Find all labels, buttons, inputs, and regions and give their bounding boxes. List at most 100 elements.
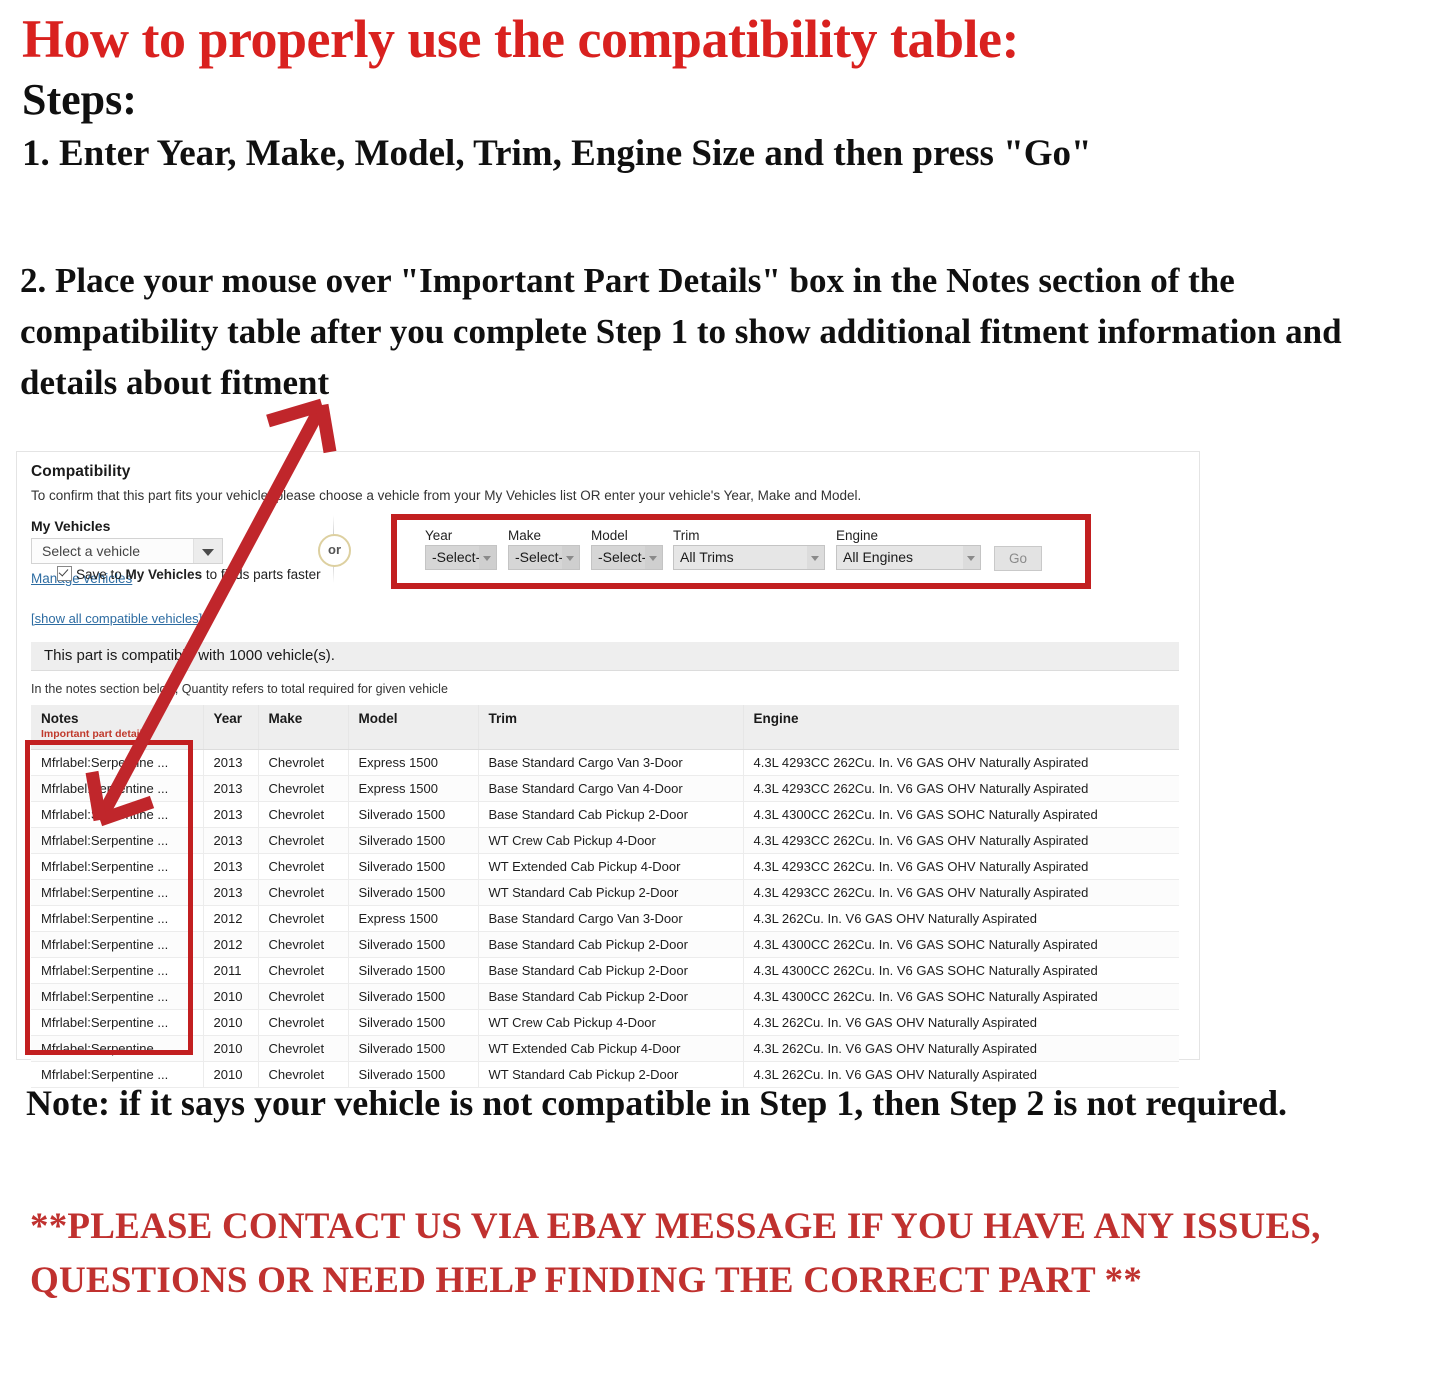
table-cell: 2010 (203, 1009, 259, 1036)
table-cell: 2013 (203, 749, 259, 776)
table-cell: 4.3L 262Cu. In. V6 GAS OHV Naturally Asp… (743, 1009, 1179, 1036)
table-cell: 2012 (203, 905, 259, 932)
table-row: Mfrlabel:Serpentine ... 2013 Chevrolet Silv… (31, 879, 1179, 906)
note-text: Note: if it says your vehicle is not com… (26, 1083, 1288, 1123)
table-cell: Mfrlabel:Serpentine ... (31, 957, 204, 984)
table-row: Mfrlabel:Serpentine ... 2010 Chevrolet Silv… (31, 983, 1179, 1010)
step-one-text: 1. Enter Year, Make, Model, Trim, Engine… (22, 132, 1092, 174)
table-cell: Chevrolet (258, 775, 349, 802)
chevron-down-icon (963, 546, 980, 569)
column-header-notes[interactable]: Notes Important part details (31, 705, 204, 750)
table-cell: Mfrlabel:Serpentine ... (31, 983, 204, 1010)
table-cell: Express 1500 (348, 905, 479, 932)
table-cell: 4.3L 4293CC 262Cu. In. V6 GAS OHV Natura… (743, 775, 1179, 802)
engine-label: Engine (836, 528, 879, 543)
chevron-down-icon (193, 539, 222, 563)
table-cell: Silverado 1500 (348, 931, 479, 958)
my-vehicles-selected-value: Select a vehicle (42, 543, 141, 559)
table-row: Mfrlabel:Serpentine ... 2013 Chevrolet Expr… (31, 749, 1179, 776)
table-cell: Base Standard Cargo Van 4-Door (478, 775, 744, 802)
compatibility-subtitle: To confirm that this part fits your vehi… (31, 488, 862, 503)
year-select-control[interactable]: -Select- (425, 545, 497, 570)
save-to-my-vehicles-row[interactable]: Save to My Vehicles to finds parts faste… (57, 564, 321, 582)
column-header-trim[interactable]: Trim (478, 705, 744, 750)
fitment-table: Notes Important part details Year Make M… (31, 705, 1179, 1088)
table-cell: Mfrlabel:Serpentine ... (31, 905, 204, 932)
table-cell: WT Crew Cab Pickup 4-Door (478, 827, 744, 854)
column-header-model[interactable]: Model (348, 705, 479, 750)
table-cell: Base Standard Cab Pickup 2-Door (478, 983, 744, 1010)
engine-select-control[interactable]: All Engines (836, 545, 981, 570)
year-selector[interactable]: Year -Select- (425, 528, 497, 570)
engine-selector[interactable]: Engine All Engines (836, 528, 981, 570)
go-button[interactable]: Go (994, 546, 1042, 571)
trim-label: Trim (673, 528, 700, 543)
save-prefix-text: Save to (76, 567, 126, 582)
model-selector[interactable]: Model -Select- (591, 528, 663, 570)
table-cell: 2013 (203, 775, 259, 802)
table-cell: Chevrolet (258, 749, 349, 776)
or-badge-label: or (318, 534, 351, 567)
save-checkbox[interactable] (57, 566, 72, 581)
column-header-make[interactable]: Make (258, 705, 349, 750)
table-cell: 4.3L 4300CC 262Cu. In. V6 GAS SOHC Natur… (743, 801, 1179, 828)
table-cell: Mfrlabel:Serpentine ... (31, 853, 204, 880)
chevron-down-icon (479, 546, 496, 569)
make-value: -Select- (515, 549, 564, 565)
table-cell: Chevrolet (258, 905, 349, 932)
table-cell: WT Extended Cab Pickup 4-Door (478, 1035, 744, 1062)
table-cell: 4.3L 4293CC 262Cu. In. V6 GAS OHV Natura… (743, 853, 1179, 880)
year-value: -Select- (432, 549, 481, 565)
make-selector[interactable]: Make -Select- (508, 528, 580, 570)
table-cell: Mfrlabel:Serpentine ... (31, 801, 204, 828)
table-cell: 4.3L 262Cu. In. V6 GAS OHV Naturally Asp… (743, 1035, 1179, 1062)
table-cell: Mfrlabel:Serpentine ... (31, 1009, 204, 1036)
table-cell: 4.3L 4293CC 262Cu. In. V6 GAS OHV Natura… (743, 749, 1179, 776)
fitment-table-body: Mfrlabel:Serpentine ... 2013 Chevrolet Expr… (31, 749, 1179, 1088)
my-vehicles-select[interactable]: Select a vehicle (31, 538, 223, 564)
step-two-text: 2. Place your mouse over "Important Part… (20, 261, 1342, 402)
table-row: Mfrlabel:Serpentine ... 2012 Chevrolet Silv… (31, 931, 1179, 958)
table-row: Mfrlabel:Serpentine ... 2010 Chevrolet Silv… (31, 1009, 1179, 1036)
table-cell: WT Extended Cab Pickup 4-Door (478, 853, 744, 880)
table-cell: Mfrlabel:Serpentine ... (31, 827, 204, 854)
column-header-year[interactable]: Year (203, 705, 259, 750)
show-all-compatible-vehicles-link[interactable]: [show all compatible vehicles] (31, 611, 202, 626)
chevron-down-icon (562, 546, 579, 569)
contact-text: **PLEASE CONTACT US VIA EBAY MESSAGE IF … (30, 1206, 1321, 1301)
table-cell: Chevrolet (258, 983, 349, 1010)
table-cell: 4.3L 4293CC 262Cu. In. V6 GAS OHV Natura… (743, 879, 1179, 906)
table-row: Mfrlabel:Serpentine ... 2013 Chevrolet Silv… (31, 827, 1179, 854)
column-header-engine[interactable]: Engine (743, 705, 1179, 750)
table-cell: Chevrolet (258, 1035, 349, 1062)
important-part-details-label: Important part details (41, 728, 149, 740)
table-cell: Silverado 1500 (348, 853, 479, 880)
compatibility-heading: Compatibility (31, 463, 131, 480)
page-title: How to properly use the compatibility ta… (22, 9, 1019, 69)
table-cell: Chevrolet (258, 879, 349, 906)
year-label: Year (425, 528, 453, 543)
table-row: Mfrlabel:Serpentine ... 2010 Chevrolet Silv… (31, 1035, 1179, 1062)
trim-selector[interactable]: Trim All Trims (673, 528, 825, 570)
table-cell: 2011 (203, 957, 259, 984)
table-cell: 4.3L 4300CC 262Cu. In. V6 GAS SOHC Natur… (743, 931, 1179, 958)
trim-value: All Trims (680, 549, 734, 565)
table-cell: Express 1500 (348, 749, 479, 776)
table-row: Mfrlabel:Serpentine ... 2011 Chevrolet Silv… (31, 957, 1179, 984)
chevron-down-icon (645, 546, 662, 569)
table-row: Mfrlabel:Serpentine ... 2012 Chevrolet Expr… (31, 905, 1179, 932)
table-header-row: Notes Important part details Year Make M… (31, 705, 1179, 750)
table-cell: 2013 (203, 827, 259, 854)
table-cell: Silverado 1500 (348, 1009, 479, 1036)
make-select-control[interactable]: -Select- (508, 545, 580, 570)
save-bold-text: My Vehicles (125, 567, 203, 582)
arrow-head-top-right (315, 403, 337, 454)
table-cell: Base Standard Cargo Van 3-Door (478, 905, 744, 932)
table-cell: 4.3L 4300CC 262Cu. In. V6 GAS SOHC Natur… (743, 983, 1179, 1010)
table-cell: Chevrolet (258, 827, 349, 854)
model-select-control[interactable]: -Select- (591, 545, 663, 570)
model-value: -Select- (598, 549, 647, 565)
table-cell: Silverado 1500 (348, 1035, 479, 1062)
trim-select-control[interactable]: All Trims (673, 545, 825, 570)
table-cell: 2012 (203, 931, 259, 958)
